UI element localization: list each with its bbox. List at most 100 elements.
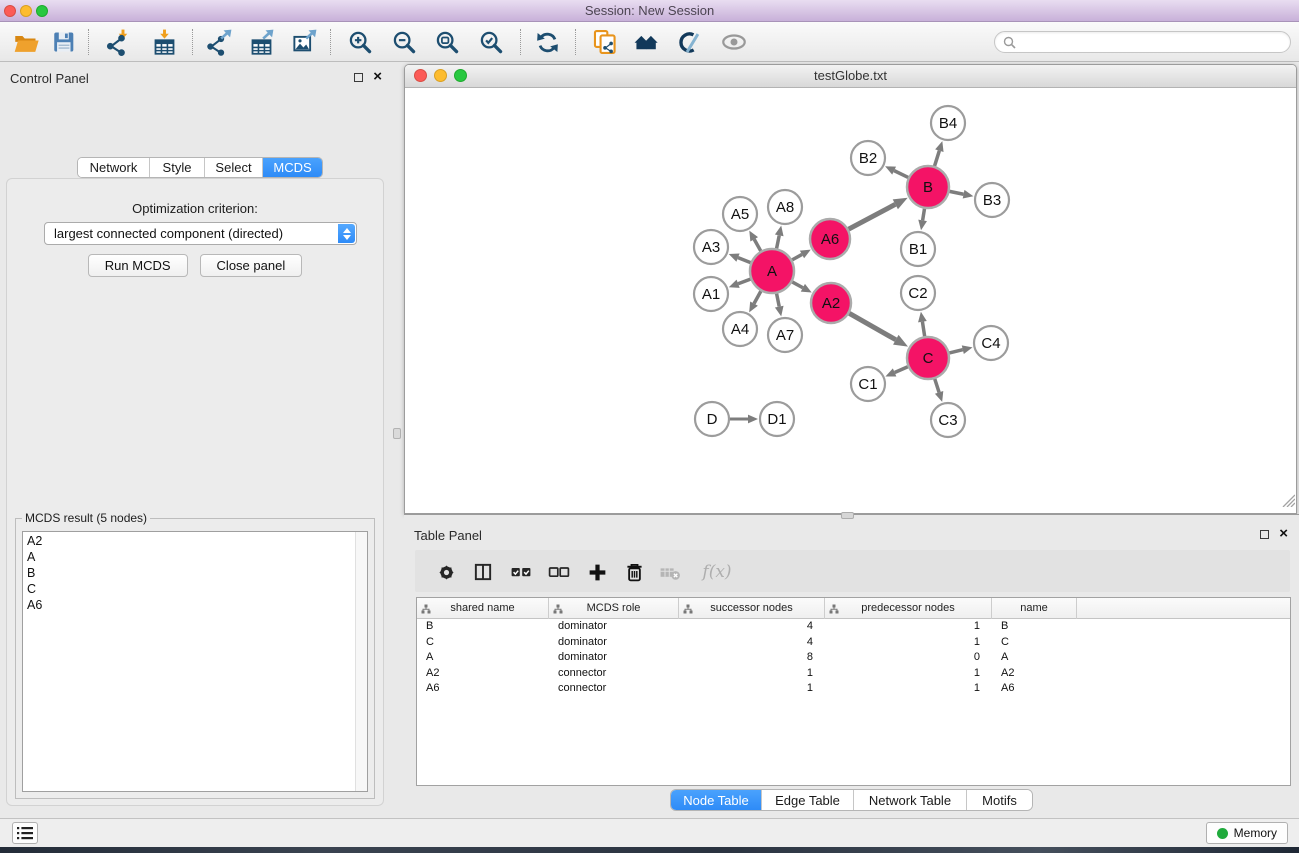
refresh-layout-icon[interactable] <box>533 28 561 56</box>
table-cell[interactable]: 4 <box>679 635 825 651</box>
zoom-window-button[interactable] <box>36 5 48 17</box>
close-panel-icon[interactable]: × <box>1279 526 1288 542</box>
save-session-icon[interactable] <box>50 28 78 56</box>
column-header-shared-name[interactable]: shared name <box>417 598 549 619</box>
graph-edge-B-B4[interactable] <box>935 151 940 166</box>
column-header-name[interactable]: name <box>992 598 1077 619</box>
toggle-graphics-details-eye-icon[interactable] <box>720 28 748 56</box>
delete-columns-trash-icon[interactable] <box>621 559 647 585</box>
table-cell[interactable]: 1 <box>825 635 992 651</box>
mcds-result-item[interactable]: B <box>27 565 367 581</box>
graph-edge-A-A5[interactable] <box>754 239 761 251</box>
zoom-fit-icon[interactable] <box>433 28 461 56</box>
table-cell[interactable]: 4 <box>679 619 825 635</box>
close-network-window-button[interactable] <box>414 69 427 82</box>
open-session-icon[interactable] <box>12 28 40 56</box>
home-first-neighbors-icon[interactable] <box>632 28 660 56</box>
import-table-icon[interactable] <box>150 28 178 56</box>
tab-node-table[interactable]: Node Table <box>671 790 762 810</box>
tab-mcds[interactable]: MCDS <box>263 158 322 177</box>
network-window-titlebar[interactable]: testGlobe.txt <box>405 65 1296 88</box>
table-cell[interactable]: B <box>417 619 549 635</box>
table-cell[interactable]: A2 <box>417 666 549 682</box>
table-cell[interactable]: A <box>417 650 549 666</box>
select-all-checkboxes-icon[interactable] <box>508 559 534 585</box>
show-columns-icon[interactable] <box>470 559 496 585</box>
float-panel-icon[interactable] <box>354 73 363 82</box>
table-cell[interactable]: 1 <box>825 666 992 682</box>
zoom-selected-icon[interactable] <box>477 28 505 56</box>
table-row[interactable]: A2connector11A2 <box>417 666 1290 682</box>
table-cell[interactable]: 1 <box>825 619 992 635</box>
graph-edge-A2-C[interactable] <box>849 313 896 339</box>
search-field[interactable] <box>994 31 1291 53</box>
add-column-icon[interactable] <box>584 559 610 585</box>
table-cell[interactable]: 0 <box>825 650 992 666</box>
table-cell[interactable]: 8 <box>679 650 825 666</box>
table-cell[interactable]: A2 <box>992 666 1077 682</box>
table-cell[interactable]: connector <box>549 666 679 682</box>
mcds-result-item[interactable]: A2 <box>27 533 367 549</box>
import-network-icon[interactable] <box>104 28 132 56</box>
window-resize-grip[interactable] <box>1280 492 1295 512</box>
graph-edge-C-C3[interactable] <box>935 379 939 392</box>
tab-edge-table[interactable]: Edge Table <box>762 790 854 810</box>
table-cell[interactable]: B <box>992 619 1077 635</box>
tab-select[interactable]: Select <box>205 158 263 177</box>
search-input[interactable] <box>1020 35 1282 49</box>
table-cell[interactable]: C <box>417 635 549 651</box>
graph-edge-A6-B[interactable] <box>849 204 896 229</box>
float-panel-icon[interactable] <box>1260 530 1269 539</box>
graph-edge-A-A6[interactable] <box>792 254 802 259</box>
graph-edge-B-B3[interactable] <box>950 191 964 194</box>
divider-grab-handle[interactable] <box>841 512 854 519</box>
graph-edge-B-B1[interactable] <box>923 209 925 221</box>
table-cell[interactable]: dominator <box>549 619 679 635</box>
graph-edge-A-A1[interactable] <box>738 279 750 284</box>
delete-table-icon[interactable] <box>657 559 683 585</box>
mcds-result-item[interactable]: A6 <box>27 597 367 613</box>
graph-edge-A-A4[interactable] <box>754 291 761 303</box>
mcds-result-item[interactable]: A <box>27 549 367 565</box>
table-cell[interactable]: C <box>992 635 1077 651</box>
graph-edge-B-B2[interactable] <box>894 171 908 178</box>
graph-edge-C-C1[interactable] <box>895 367 908 373</box>
table-row[interactable]: A6connector11A6 <box>417 681 1290 697</box>
zoom-in-icon[interactable] <box>346 28 374 56</box>
table-cell[interactable]: A6 <box>417 681 549 697</box>
export-network-icon[interactable] <box>205 28 233 56</box>
table-cell[interactable]: A <box>992 650 1077 666</box>
minimize-window-button[interactable] <box>20 5 32 17</box>
table-cell[interactable]: 1 <box>825 681 992 697</box>
graph-edge-A-A7[interactable] <box>777 294 780 307</box>
vertical-split-divider[interactable] <box>390 62 404 818</box>
scrollbar-track[interactable] <box>355 532 367 791</box>
zoom-network-window-button[interactable] <box>454 69 467 82</box>
table-settings-gear-icon[interactable] <box>433 559 459 585</box>
memory-button[interactable]: Memory <box>1206 822 1288 844</box>
minimize-network-window-button[interactable] <box>434 69 447 82</box>
graph-edge-A-A2[interactable] <box>792 282 803 288</box>
close-panel-button[interactable]: Close panel <box>200 254 303 277</box>
table-cell[interactable]: 1 <box>679 666 825 682</box>
graph-edge-A-A8[interactable] <box>777 235 780 248</box>
table-cell[interactable]: A6 <box>992 681 1077 697</box>
criterion-dropdown[interactable]: largest connected component (directed) <box>44 222 357 245</box>
hide-annotations-icon[interactable] <box>675 28 703 56</box>
export-table-icon[interactable] <box>247 28 275 56</box>
tab-network-table[interactable]: Network Table <box>854 790 967 810</box>
mcds-result-item[interactable]: C <box>27 581 367 597</box>
tab-style[interactable]: Style <box>150 158 205 177</box>
network-canvas[interactable]: B4B2BB3A8A5A6A3B1AC2A1A2A4A7C4CC1C3DD1 <box>406 89 1295 512</box>
graph-edge-C-C4[interactable] <box>949 350 962 353</box>
task-history-button[interactable] <box>12 822 38 844</box>
graph-edge-A-A3[interactable] <box>738 258 751 263</box>
graph-edge-C-C2[interactable] <box>922 322 924 337</box>
table-cell[interactable]: connector <box>549 681 679 697</box>
mcds-result-list[interactable]: A2ABCA6 <box>22 531 368 792</box>
deselect-all-checkboxes-icon[interactable] <box>546 559 572 585</box>
table-cell[interactable]: 1 <box>679 681 825 697</box>
close-window-button[interactable] <box>4 5 16 17</box>
column-header-MCDS-role[interactable]: MCDS role <box>549 598 679 619</box>
table-row[interactable]: Adominator80A <box>417 650 1290 666</box>
